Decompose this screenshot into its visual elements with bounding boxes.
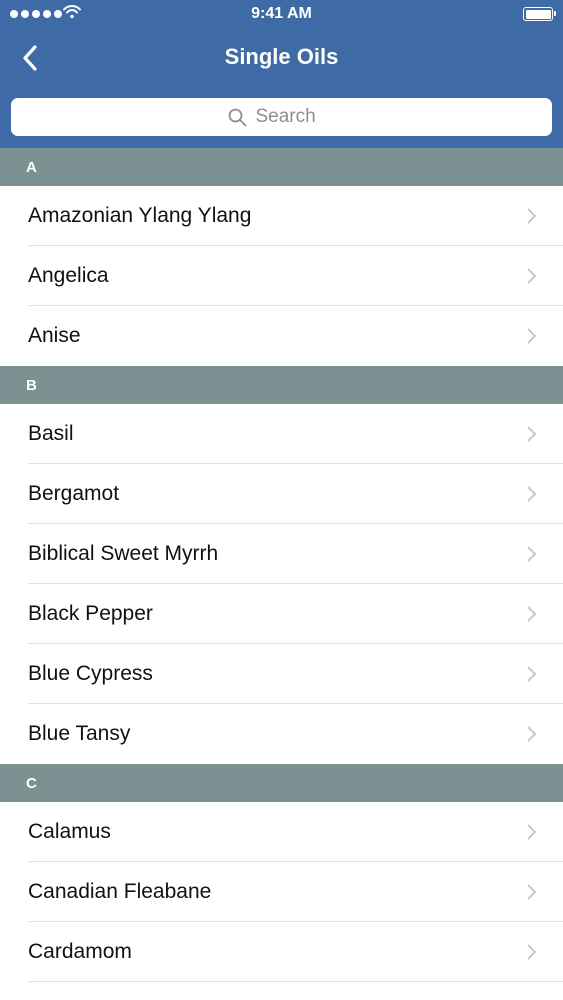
list-item-label: Blue Tansy [28,722,131,745]
page-title: Single Oils [224,44,339,69]
list-item-label: Bergamot [28,482,120,505]
screen: 9:41 AM Single Oils A Amazoni [0,0,563,1000]
section-header-b: B [0,366,563,404]
chevron-right-icon [527,268,536,284]
chevron-right-icon [527,944,536,960]
section-header-c: C [0,764,563,802]
list-item-label: Basil [28,422,74,445]
chevron-right-icon [527,824,536,840]
list-item-label: Anise [28,324,81,347]
list-item-label: Biblical Sweet Myrrh [28,542,219,565]
list-item[interactable]: Basil [0,404,563,464]
list-item[interactable]: Anise [0,306,563,366]
list-item-label: Amazonian Ylang Ylang [28,204,252,227]
oil-list: A Amazonian Ylang Ylang Angelica Anise B… [0,148,563,982]
chevron-right-icon [527,208,536,224]
search-bar[interactable] [11,98,552,136]
list-item-label: Canadian Fleabane [28,880,212,903]
list-item[interactable]: Blue Tansy [0,704,563,764]
status-time: 9:41 AM [251,5,312,22]
list-item-label: Calamus [28,820,111,843]
chevron-right-icon [527,546,536,562]
search-icon [228,108,247,127]
list-item[interactable]: Biblical Sweet Myrrh [0,524,563,584]
battery-icon [523,7,556,21]
list-item[interactable]: Canadian Fleabane [0,862,563,922]
status-bar: 9:41 AM [0,0,563,28]
list-item-label: Angelica [28,264,109,287]
header: 9:41 AM Single Oils [0,0,563,148]
chevron-right-icon [527,666,536,682]
nav-bar: Single Oils [0,28,563,88]
chevron-right-icon [527,726,536,742]
section-header-a: A [0,148,563,186]
chevron-right-icon [527,884,536,900]
list-item[interactable]: Blue Cypress [0,644,563,704]
list-item[interactable]: Cardamom [0,922,563,982]
chevron-right-icon [527,426,536,442]
chevron-right-icon [527,486,536,502]
list-item-label: Blue Cypress [28,662,153,685]
list-item[interactable]: Black Pepper [0,584,563,644]
chevron-right-icon [527,328,536,344]
chevron-right-icon [527,606,536,622]
list-item[interactable]: Angelica [0,246,563,306]
search-input[interactable] [255,106,336,128]
list-item-label: Black Pepper [28,602,153,625]
list-item[interactable]: Calamus [0,802,563,862]
list-item[interactable]: Bergamot [0,464,563,524]
list-item-label: Cardamom [28,940,132,963]
list-item[interactable]: Amazonian Ylang Ylang [0,186,563,246]
